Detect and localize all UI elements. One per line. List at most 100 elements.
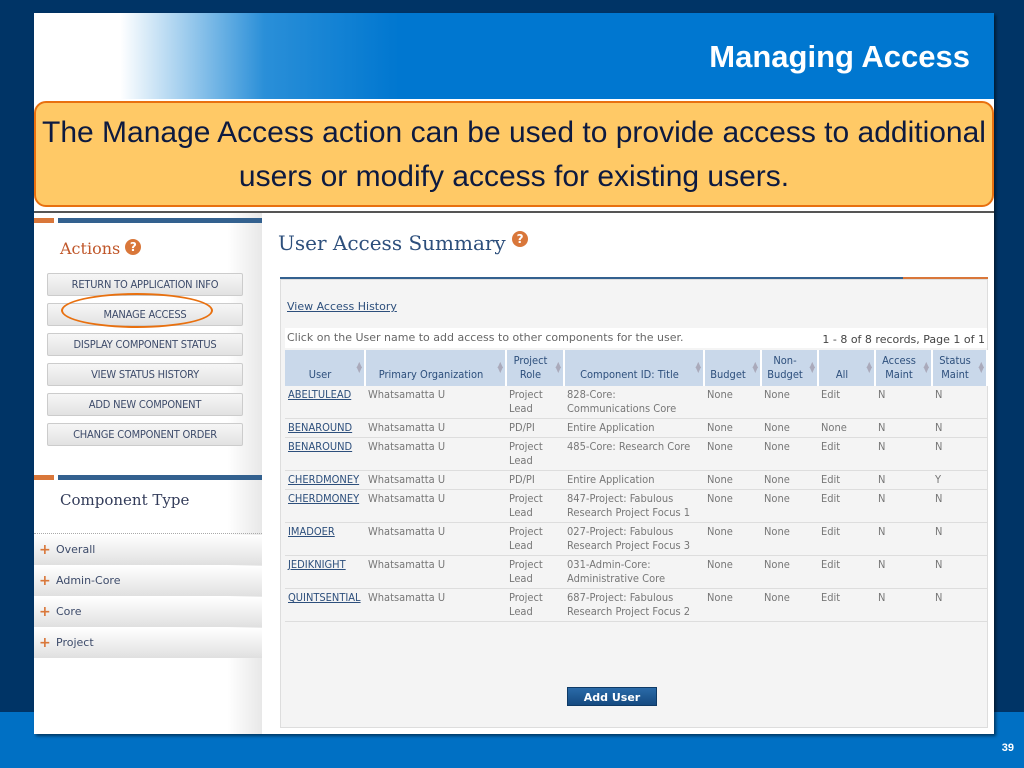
cell: 485-Core: Research Core — [564, 437, 704, 471]
cell: Project Lead — [506, 555, 564, 589]
cell: Edit — [818, 522, 875, 556]
user-link[interactable]: IMADOER — [288, 525, 335, 538]
cell: Entire Application — [564, 470, 704, 490]
column-header[interactable]: Budget ▲ ▼ — [704, 350, 762, 386]
cell: N — [932, 489, 987, 523]
cell: None — [761, 588, 818, 622]
action-button-view-status-history[interactable]: VIEW STATUS HISTORY — [47, 363, 243, 386]
sort-icon[interactable]: ▲ ▼ — [497, 361, 503, 374]
category-admin-core[interactable]: + Admin-Core — [34, 566, 262, 596]
cell: N — [932, 386, 987, 419]
actions-heading: Actions ? — [60, 239, 142, 258]
view-access-history-link[interactable]: View Access History — [287, 300, 397, 313]
slide-header: Managing Access — [34, 13, 994, 99]
column-header[interactable]: Project Role ▲ ▼ — [506, 350, 565, 386]
cell: Project Lead — [506, 437, 564, 471]
cell: CHERDMONEY — [285, 470, 365, 490]
table-row: CHERDMONEY Whatsamatta U PD/PI Entire Appli… — [285, 470, 987, 490]
cell: Whatsamatta U — [365, 588, 506, 622]
user-link[interactable]: JEDIKNIGHT — [288, 558, 346, 571]
column-header-label: Component ID: Title — [580, 368, 679, 381]
cell: N — [875, 522, 932, 556]
action-button-manage-access[interactable]: MANAGE ACCESS — [47, 303, 243, 326]
cell: N — [875, 470, 932, 490]
cell: 687-Project: Fabulous Research Project F… — [564, 588, 704, 622]
column-header[interactable]: Component ID: Title ▲ ▼ — [564, 350, 705, 386]
cell: None — [761, 386, 818, 419]
column-header[interactable]: All ▲ ▼ — [818, 350, 876, 386]
sort-icon[interactable]: ▲ ▼ — [923, 361, 929, 374]
column-header-label: Primary Organization — [378, 368, 484, 381]
category-overall[interactable]: + Overall — [34, 535, 262, 565]
column-header-label: Access Maint — [882, 354, 916, 381]
cell: PD/PI — [506, 470, 564, 490]
cell: Edit — [818, 470, 875, 490]
cell: N — [932, 522, 987, 556]
cell: None — [761, 489, 818, 523]
user-access-table: User ▲ ▼ Primary Organization ▲ ▼ Project Role… — [285, 350, 988, 622]
sort-icon[interactable]: ▲ ▼ — [978, 361, 984, 374]
cell: 031-Admin-Core: Administrative Core — [564, 555, 704, 589]
column-header[interactable]: Status Maint ▲ ▼ — [932, 350, 988, 386]
divider — [34, 533, 262, 534]
column-header-label: Budget — [710, 368, 746, 381]
action-button-add-new-component[interactable]: ADD NEW COMPONENT — [47, 393, 243, 416]
category-project[interactable]: + Project — [34, 628, 262, 658]
cell: None — [761, 470, 818, 490]
cell: None — [704, 418, 761, 438]
category-label: Core — [56, 605, 82, 618]
cell: Whatsamatta U — [365, 470, 506, 490]
cell: N — [875, 555, 932, 589]
page-title-label: User Access Summary — [278, 231, 506, 255]
column-header[interactable]: Primary Organization ▲ ▼ — [365, 350, 507, 386]
cell: None — [704, 522, 761, 556]
cell: None — [761, 555, 818, 589]
sort-icon[interactable]: ▲ ▼ — [695, 361, 701, 374]
cell: Y — [932, 470, 987, 490]
cell: Project Lead — [506, 588, 564, 622]
user-link[interactable]: BENAROUND — [288, 421, 352, 434]
cell: 828-Core: Communications Core — [564, 386, 704, 419]
category-label: Overall — [56, 543, 96, 556]
cell: Edit — [818, 588, 875, 622]
sort-icon[interactable]: ▲ ▼ — [555, 361, 561, 374]
cell: ABELTULEAD — [285, 386, 365, 419]
category-core[interactable]: + Core — [34, 597, 262, 627]
column-header-label: Non-Budget — [767, 354, 803, 381]
cell: None — [761, 418, 818, 438]
cell: None — [818, 418, 875, 438]
user-link[interactable]: CHERDMONEY — [288, 473, 359, 486]
cell: IMADOER — [285, 522, 365, 556]
callout-box: The Manage Access action can be used to … — [34, 101, 994, 207]
user-link[interactable]: QUINTSENTIAL — [288, 591, 361, 604]
column-header[interactable]: Access Maint ▲ ▼ — [875, 350, 933, 386]
action-button-display-component-status[interactable]: DISPLAY COMPONENT STATUS — [47, 333, 243, 356]
sort-icon[interactable]: ▲ ▼ — [752, 361, 758, 374]
sort-icon[interactable]: ▲ ▼ — [809, 361, 815, 374]
cell: N — [875, 386, 932, 419]
accent-bar — [34, 218, 54, 223]
sidebar: Actions ? RETURN TO APPLICATION INFO MANA… — [34, 213, 262, 734]
action-button-change-component-order[interactable]: CHANGE COMPONENT ORDER — [47, 423, 243, 446]
help-icon[interactable]: ? — [512, 231, 529, 247]
cell: None — [704, 386, 761, 419]
cell: Whatsamatta U — [365, 437, 506, 471]
cell: JEDIKNIGHT — [285, 555, 365, 589]
column-header[interactable]: User ▲ ▼ — [285, 350, 366, 386]
help-icon[interactable]: ? — [125, 239, 142, 255]
action-button-return-to-application-info[interactable]: RETURN TO APPLICATION INFO — [47, 273, 243, 296]
cell: N — [932, 588, 987, 622]
sort-icon[interactable]: ▲ ▼ — [356, 361, 362, 374]
cell: N — [932, 555, 987, 589]
cell: None — [704, 588, 761, 622]
user-link[interactable]: BENAROUND — [288, 440, 352, 453]
add-user-button[interactable]: Add User — [567, 687, 657, 706]
column-header-label: Status Maint — [939, 354, 971, 381]
user-link[interactable]: ABELTULEAD — [288, 388, 351, 401]
user-link[interactable]: CHERDMONEY — [288, 492, 359, 505]
sort-icon[interactable]: ▲ ▼ — [866, 361, 872, 374]
table-row: JEDIKNIGHT Whatsamatta U Project Lead 031-A… — [285, 555, 987, 589]
table-row: IMADOER Whatsamatta U Project Lead 027-Proj… — [285, 522, 987, 556]
column-header[interactable]: Non-Budget ▲ ▼ — [761, 350, 819, 386]
accent-bar — [58, 218, 262, 223]
